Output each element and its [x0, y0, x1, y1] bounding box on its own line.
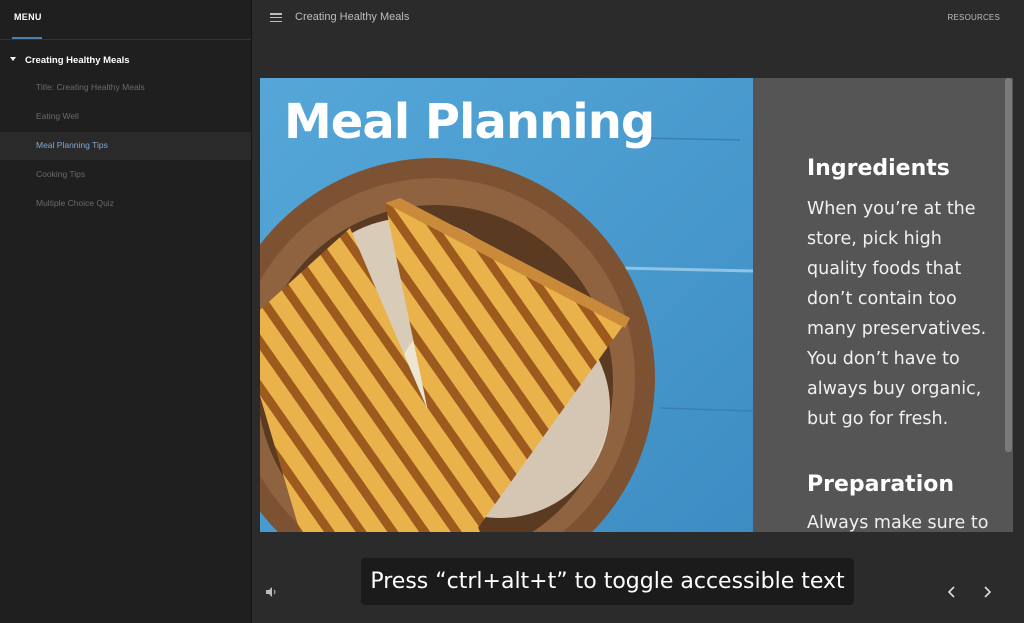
sidebar-item-quiz[interactable]: Multiple Choice Quiz [0, 190, 251, 218]
sidebar-item-cooking-tips[interactable]: Cooking Tips [0, 161, 251, 189]
accessible-text-toast: Press “ctrl+alt+t” to toggle accessible … [361, 558, 854, 605]
chevron-right-icon[interactable] [979, 583, 995, 601]
slide-scrollbar[interactable] [1005, 78, 1012, 452]
resources-button[interactable]: RESOURCES [948, 13, 1000, 22]
sandwich-photo: Meal Planning [260, 78, 753, 532]
slide: Meal Planning Ingredients When you’re at… [260, 78, 1013, 532]
course-header-title: Creating Healthy Meals [295, 11, 410, 23]
hamburger-icon[interactable] [270, 13, 282, 23]
chevron-left-icon[interactable] [944, 583, 960, 601]
volume-icon[interactable] [265, 585, 277, 597]
section-body-ingredients: When you’re at the store, pick high qual… [807, 199, 987, 429]
caret-down-icon [10, 57, 16, 61]
sidebar-item-label: Cooking Tips [36, 169, 86, 179]
menu-tab[interactable]: MENU [14, 12, 42, 22]
sidebar-item-eating-well[interactable]: Eating Well [0, 103, 251, 131]
sidebar: MENU Creating Healthy Meals Title: Creat… [0, 0, 252, 623]
section-body-preparation: Always make sure to [807, 513, 989, 532]
sidebar-divider [0, 39, 251, 40]
course-toggle[interactable]: Creating Healthy Meals [0, 50, 251, 70]
course-title: Creating Healthy Meals [25, 55, 130, 66]
sidebar-item-title-slide[interactable]: Title: Creating Healthy Meals [0, 74, 251, 102]
sidebar-item-label: Multiple Choice Quiz [36, 198, 114, 208]
sidebar-item-meal-planning-tips[interactable]: Meal Planning Tips [0, 132, 251, 160]
top-bar: Creating Healthy Meals RESOURCES [252, 0, 1024, 38]
slide-title: Meal Planning [284, 94, 655, 150]
section-heading-ingredients: Ingredients [807, 156, 950, 181]
sidebar-item-label: Eating Well [36, 111, 79, 121]
section-heading-preparation: Preparation [807, 472, 955, 497]
slide-text-panel: Ingredients When you’re at the store, pi… [753, 78, 1013, 532]
sidebar-item-label: Title: Creating Healthy Meals [36, 82, 145, 92]
sidebar-item-label: Meal Planning Tips [36, 140, 108, 150]
